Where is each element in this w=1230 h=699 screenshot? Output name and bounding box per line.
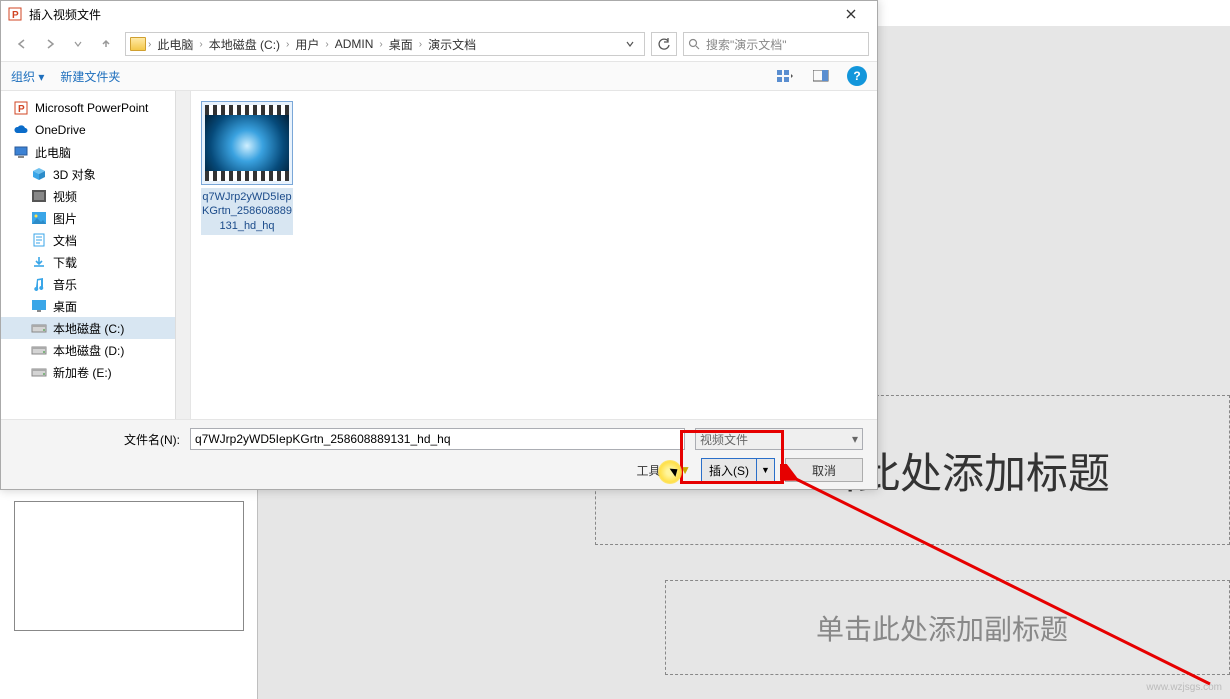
tree-item-music[interactable]: 音乐 <box>1 273 190 295</box>
disk-icon <box>31 364 47 380</box>
breadcrumb[interactable]: ADMIN <box>331 35 378 53</box>
breadcrumb[interactable]: 此电脑 <box>153 34 197 55</box>
ppt-icon: P <box>13 100 29 116</box>
filename-input[interactable] <box>190 428 685 450</box>
file-item-name: q7WJrp2yWD5IepKGrtn_258608889131_hd_hq <box>201 188 293 235</box>
preview-pane-button[interactable] <box>811 66 831 86</box>
breadcrumb[interactable]: 桌面 <box>385 34 417 55</box>
chevron-down-icon: ▾ <box>852 432 858 446</box>
breadcrumb[interactable]: 本地磁盘 (C:) <box>205 34 284 55</box>
tree-item-label: 新加卷 (E:) <box>53 364 112 381</box>
tree-item-label: 视频 <box>53 188 77 205</box>
tree-item-video[interactable]: 视频 <box>1 185 190 207</box>
back-button[interactable] <box>13 35 31 53</box>
search-input[interactable]: 搜索"演示文档" <box>683 32 869 56</box>
tree-item-downloads[interactable]: 下载 <box>1 251 190 273</box>
close-icon <box>846 9 856 19</box>
svg-text:P: P <box>18 104 25 115</box>
svg-text:P: P <box>12 10 19 21</box>
organize-menu[interactable]: 组织 ▾ <box>11 68 44 85</box>
tree-item-3d[interactable]: 3D 对象 <box>1 163 190 185</box>
tree-item-label: 桌面 <box>53 298 77 315</box>
tree-item-diskd[interactable]: 本地磁盘 (D:) <box>1 339 190 361</box>
insert-video-dialog: P 插入视频文件 › 此电脑› 本地磁盘 (C:)› 用户› ADMIN› 桌面… <box>0 0 878 490</box>
watermark: www.wzjsgs.com <box>1146 682 1222 693</box>
navigation-row: › 此电脑› 本地磁盘 (C:)› 用户› ADMIN› 桌面› 演示文档 搜索… <box>1 27 877 61</box>
tools-menu[interactable]: 工具(L) ▼ <box>636 462 691 479</box>
tree-item-onedrive[interactable]: OneDrive <box>1 119 190 141</box>
disk-icon <box>31 342 47 358</box>
tree-item-diske[interactable]: 新加卷 (E:) <box>1 361 190 383</box>
forward-button[interactable] <box>41 35 59 53</box>
address-bar[interactable]: › 此电脑› 本地磁盘 (C:)› 用户› ADMIN› 桌面› 演示文档 <box>125 32 645 56</box>
slide-thumbnail[interactable] <box>14 501 244 631</box>
new-folder-button[interactable]: 新建文件夹 <box>60 68 120 85</box>
folder-tree: P Microsoft PowerPoint OneDrive 此电脑 3D 对象视频图… <box>1 91 191 419</box>
dialog-title: 插入视频文件 <box>29 6 101 23</box>
tree-item-label: 下载 <box>53 254 77 271</box>
desktop-icon <box>31 298 47 314</box>
tree-item-label: 本地磁盘 (D:) <box>53 342 124 359</box>
chevron-down-icon: ▼ <box>679 463 691 477</box>
help-button[interactable]: ? <box>847 66 867 86</box>
file-item[interactable]: q7WJrp2yWD5IepKGrtn_258608889131_hd_hq <box>201 101 293 235</box>
film-icon <box>31 188 47 204</box>
file-list: q7WJrp2yWD5IepKGrtn_258608889131_hd_hq <box>191 91 877 419</box>
tree-item-label: 文档 <box>53 232 77 249</box>
insert-dropdown[interactable]: ▼ <box>757 458 775 482</box>
ppt-icon: P <box>7 6 23 22</box>
tree-item-docs[interactable]: 文档 <box>1 229 190 251</box>
close-button[interactable] <box>831 2 871 26</box>
download-icon <box>31 254 47 270</box>
breadcrumb[interactable]: 用户 <box>291 34 323 55</box>
tree-item-label: Microsoft PowerPoint <box>35 101 148 115</box>
tree-item-diskc[interactable]: 本地磁盘 (C:) <box>1 317 190 339</box>
video-thumbnail <box>201 101 293 185</box>
tree-item-label: 此电脑 <box>35 144 71 161</box>
folder-icon <box>130 37 146 51</box>
cancel-button[interactable]: 取消 <box>785 458 863 482</box>
dialog-titlebar: P 插入视频文件 <box>1 1 877 27</box>
address-dropdown[interactable] <box>620 33 640 55</box>
cube-icon <box>31 166 47 182</box>
dialog-footer: 文件名(N): 视频文件 ▾ 工具(L) ▼ 插入(S) ▼ 取消 <box>1 419 877 489</box>
cloud-icon <box>13 122 29 138</box>
tree-item-pictures[interactable]: 图片 <box>1 207 190 229</box>
tree-item-thispc[interactable]: 此电脑 <box>1 141 190 163</box>
filetype-filter[interactable]: 视频文件 ▾ <box>695 428 863 450</box>
doc-icon <box>31 232 47 248</box>
tree-item-label: OneDrive <box>35 123 86 137</box>
dialog-body: P Microsoft PowerPoint OneDrive 此电脑 3D 对象视频图… <box>1 91 877 419</box>
tree-item-label: 音乐 <box>53 276 77 293</box>
disk-icon <box>31 320 47 336</box>
picture-icon <box>31 210 47 226</box>
tree-item-label: 3D 对象 <box>53 166 96 183</box>
filename-label: 文件名(N): <box>15 431 180 448</box>
tree-item-ppt[interactable]: P Microsoft PowerPoint <box>1 97 190 119</box>
recent-dropdown[interactable] <box>69 35 87 53</box>
pc-icon <box>13 144 29 160</box>
up-button[interactable] <box>97 35 115 53</box>
slide-subtitle-placeholder[interactable]: 单击此处添加副标题 <box>665 580 1230 675</box>
dialog-toolbar: 组织 ▾ 新建文件夹 ? <box>1 61 877 91</box>
refresh-button[interactable] <box>651 32 677 56</box>
music-icon <box>31 276 47 292</box>
tree-item-desktop[interactable]: 桌面 <box>1 295 190 317</box>
insert-button[interactable]: 插入(S) ▼ <box>701 458 775 482</box>
view-options-button[interactable] <box>775 66 795 86</box>
search-icon <box>688 38 700 50</box>
breadcrumb[interactable]: 演示文档 <box>424 34 480 55</box>
tree-item-label: 本地磁盘 (C:) <box>53 320 124 337</box>
search-placeholder: 搜索"演示文档" <box>706 36 787 53</box>
tree-item-label: 图片 <box>53 210 77 227</box>
